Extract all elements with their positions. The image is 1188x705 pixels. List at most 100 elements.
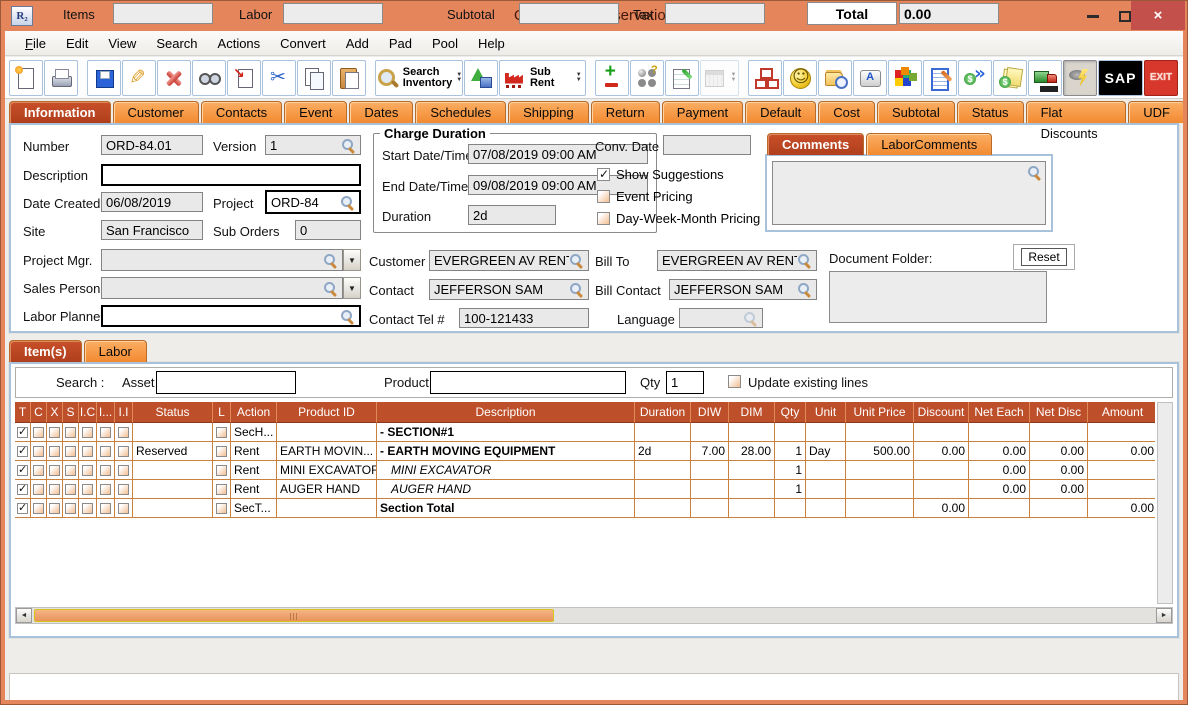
org-chart-button[interactable] (748, 60, 782, 96)
column-header-t[interactable]: T (15, 402, 31, 423)
cell-net_disc[interactable] (1030, 423, 1088, 442)
row-checkbox-ii[interactable] (118, 484, 129, 495)
cell-ii[interactable] (115, 499, 133, 518)
table-row[interactable]: RentAUGER HANDAUGER HAND10.000.00 (15, 480, 1155, 499)
cell-qty[interactable] (775, 423, 806, 442)
tab-comments[interactable]: Comments (767, 133, 864, 155)
tab-status[interactable]: Status (957, 101, 1024, 123)
column-header-qty[interactable]: Qty (775, 402, 806, 423)
row-checkbox-l[interactable] (216, 446, 227, 457)
row-checkbox-s[interactable] (65, 484, 76, 495)
cell-product[interactable]: EARTH MOVIN... (277, 442, 377, 461)
duration-field[interactable]: 2d (468, 205, 556, 225)
cell-dim[interactable] (729, 461, 775, 480)
search-icon[interactable] (797, 253, 812, 268)
reset-button[interactable]: Reset (1021, 248, 1066, 266)
column-header-x[interactable]: X (47, 402, 63, 423)
cell-ic[interactable] (79, 499, 97, 518)
customer-field[interactable]: EVERGREEN AV RENTAL (429, 250, 589, 271)
cell-l[interactable] (213, 499, 231, 518)
cell-l[interactable] (213, 423, 231, 442)
cell-c[interactable] (31, 461, 47, 480)
menu-file[interactable]: File (15, 34, 56, 53)
find-button[interactable] (192, 60, 226, 96)
cell-unit_price[interactable] (846, 461, 914, 480)
row-checkbox-t[interactable] (17, 503, 28, 514)
tab-event[interactable]: Event (284, 101, 347, 123)
cell-duration[interactable]: 2d (635, 442, 691, 461)
version-field[interactable]: 1 (265, 135, 361, 155)
cell-x[interactable] (47, 461, 63, 480)
search-icon[interactable] (340, 195, 355, 210)
cell-l[interactable] (213, 442, 231, 461)
menu-edit[interactable]: Edit (56, 34, 98, 53)
column-header-product[interactable]: Product ID (277, 402, 377, 423)
exit-button[interactable]: EXIT (1144, 60, 1178, 96)
tab-shipping[interactable]: Shipping (508, 101, 589, 123)
row-checkbox-s[interactable] (65, 503, 76, 514)
tab-contacts[interactable]: Contacts (201, 101, 282, 123)
row-checkbox-c[interactable] (33, 446, 44, 457)
cell-desc[interactable]: - SECTION#1 (377, 423, 635, 442)
row-checkbox-id[interactable] (100, 446, 111, 457)
contact-tel-field[interactable]: 100-121433 (459, 308, 589, 328)
inventory-blocks-button[interactable] (888, 60, 922, 96)
column-header-status[interactable]: Status (133, 402, 213, 423)
availability-button[interactable] (464, 60, 498, 96)
row-checkbox-id[interactable] (100, 503, 111, 514)
tab-dates[interactable]: Dates (349, 101, 413, 123)
cell-action[interactable]: Rent (231, 480, 277, 499)
cell-discount[interactable]: 0.00 (914, 499, 969, 518)
cell-duration[interactable] (635, 461, 691, 480)
cell-unit[interactable] (806, 461, 846, 480)
column-header-unit_price[interactable]: Unit Price (846, 402, 914, 423)
tab-default[interactable]: Default (745, 101, 816, 123)
sales-person-field[interactable] (101, 277, 343, 299)
update-existing-lines-checkbox[interactable] (728, 375, 741, 388)
cell-net_each[interactable]: 0.00 (969, 480, 1030, 499)
project-field[interactable]: ORD-84 (265, 190, 361, 214)
tab-schedules[interactable]: Schedules (415, 101, 506, 123)
minimize-icon[interactable] (1087, 15, 1099, 18)
cell-t[interactable] (15, 480, 31, 499)
comments-textarea[interactable] (772, 161, 1046, 225)
row-checkbox-c[interactable] (33, 427, 44, 438)
menu-view[interactable]: View (98, 34, 146, 53)
row-checkbox-t[interactable] (17, 484, 28, 495)
options-group-button[interactable] (630, 60, 664, 96)
sap-button[interactable]: SAP (1098, 60, 1143, 96)
cell-net_disc[interactable]: 0.00 (1030, 442, 1088, 461)
cell-ic[interactable] (79, 423, 97, 442)
cell-net_each[interactable] (969, 423, 1030, 442)
copy-button[interactable] (297, 60, 331, 96)
row-checkbox-ii[interactable] (118, 465, 129, 476)
cell-dim[interactable] (729, 499, 775, 518)
column-header-c[interactable]: C (31, 402, 47, 423)
row-checkbox-x[interactable] (49, 427, 60, 438)
cell-s[interactable] (63, 461, 79, 480)
qty-input[interactable]: 1 (666, 371, 704, 394)
column-header-discount[interactable]: Discount (914, 402, 969, 423)
row-checkbox-t[interactable] (17, 446, 28, 457)
cell-action[interactable]: SecH... (231, 423, 277, 442)
horizontal-scrollbar[interactable]: ◄ ► (15, 607, 1173, 624)
document-folder-textarea[interactable] (829, 271, 1047, 323)
column-header-amount[interactable]: Amount (1088, 402, 1155, 423)
cell-duration[interactable] (635, 480, 691, 499)
row-checkbox-id[interactable] (100, 465, 111, 476)
conv-date-field[interactable] (663, 135, 751, 155)
number-field[interactable]: ORD-84.01 (101, 135, 203, 155)
tab-cost[interactable]: Cost (818, 101, 875, 123)
row-checkbox-x[interactable] (49, 446, 60, 457)
cell-l[interactable] (213, 461, 231, 480)
cell-desc[interactable]: Section Total (377, 499, 635, 518)
cell-s[interactable] (63, 442, 79, 461)
cell-net_disc[interactable]: 0.00 (1030, 480, 1088, 499)
cell-product[interactable] (277, 423, 377, 442)
search-icon[interactable] (1027, 165, 1042, 180)
price-note-button[interactable] (993, 60, 1027, 96)
cell-action[interactable]: Rent (231, 461, 277, 480)
row-checkbox-t[interactable] (17, 427, 28, 438)
cell-discount[interactable]: 0.00 (914, 442, 969, 461)
cell-status[interactable] (133, 480, 213, 499)
